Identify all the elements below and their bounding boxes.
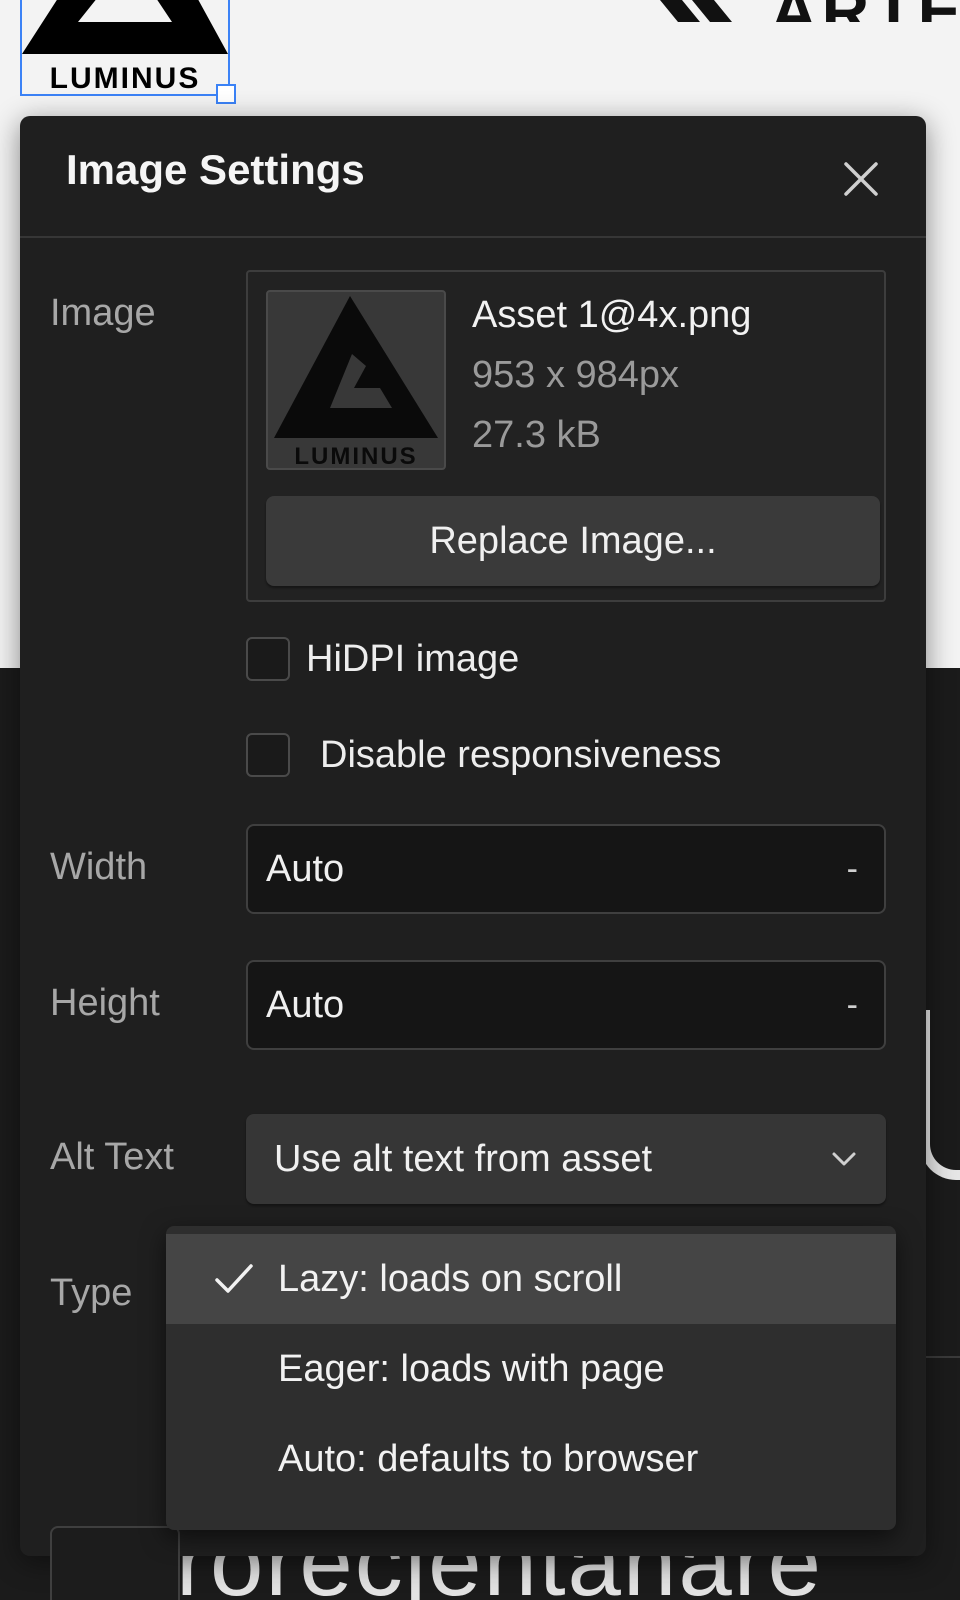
disable-responsiveness-option[interactable]: Disable responsiveness [246, 730, 721, 780]
resize-handle[interactable] [216, 84, 236, 104]
logo-wordmark: LUMINUS [50, 62, 201, 94]
close-icon [844, 162, 878, 196]
asset-dimensions: 953 x 984px [472, 354, 680, 396]
type-option-eager[interactable]: Eager: loads with page [166, 1324, 896, 1414]
width-value: Auto [266, 847, 345, 890]
type-label: Type [50, 1272, 133, 1314]
disable-responsiveness-label: Disable responsiveness [320, 733, 722, 776]
asset-name: Asset 1@4x.png [472, 294, 752, 336]
page-heading: ARTE [770, 0, 960, 22]
type-option-lazy[interactable]: Lazy: loads on scroll [166, 1234, 896, 1324]
type-option-label: Auto: defaults to browser [278, 1437, 699, 1480]
width-input[interactable]: Auto - [246, 824, 886, 914]
asset-file-size: 27.3 kB [472, 414, 601, 456]
page-heading-fragment [920, 1010, 960, 1180]
selected-logo-image[interactable]: LUMINUS [20, 0, 230, 96]
type-option-label: Lazy: loads on scroll [278, 1257, 623, 1300]
panel-header: Image Settings [20, 116, 926, 238]
hidpi-option[interactable]: HiDPI image [246, 634, 519, 684]
type-option-auto[interactable]: Auto: defaults to browser [166, 1414, 896, 1504]
alt-text-select[interactable]: Use alt text from asset [246, 1114, 886, 1204]
type-select-trigger[interactable] [50, 1526, 180, 1600]
height-input[interactable]: Auto - [246, 960, 886, 1050]
chevrons-icon [660, 0, 740, 22]
height-value: Auto [266, 983, 345, 1026]
panel-title: Image Settings [66, 146, 365, 193]
height-label: Height [50, 982, 160, 1024]
chevron-down-icon [832, 1152, 856, 1166]
checkmark-icon [215, 1264, 253, 1293]
image-thumbnail: LUMINUS [266, 290, 446, 470]
type-dropdown-menu: Lazy: loads on scroll Eager: loads with … [166, 1226, 896, 1530]
image-label: Image [50, 292, 156, 334]
height-unit[interactable]: - [847, 986, 858, 1025]
alt-text-value: Use alt text from asset [274, 1137, 653, 1180]
hidpi-label: HiDPI image [306, 637, 520, 680]
image-asset-box: LUMINUS Asset 1@4x.png 953 x 984px 27.3 … [246, 270, 886, 602]
type-option-label: Eager: loads with page [278, 1347, 665, 1390]
width-unit[interactable]: - [847, 850, 858, 889]
thumbnail-wordmark: LUMINUS [294, 443, 417, 468]
replace-image-button[interactable]: Replace Image... [266, 496, 880, 586]
alt-text-label: Alt Text [50, 1136, 174, 1178]
width-label: Width [50, 846, 148, 888]
close-button[interactable] [838, 156, 884, 202]
hidpi-checkbox[interactable] [246, 637, 290, 681]
disable-responsiveness-checkbox[interactable] [246, 733, 290, 777]
